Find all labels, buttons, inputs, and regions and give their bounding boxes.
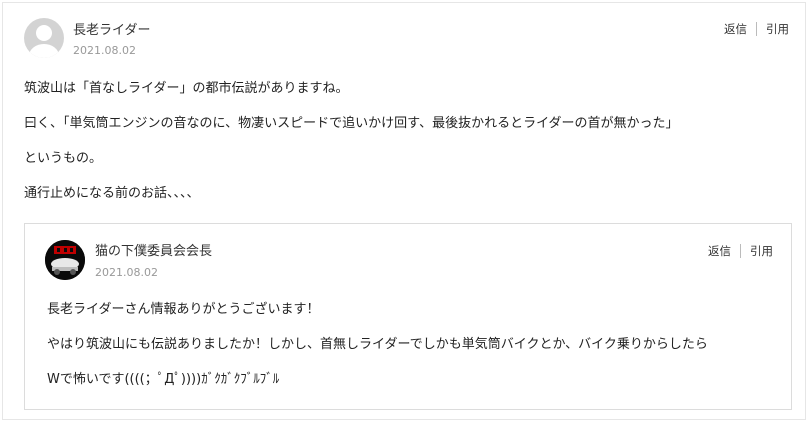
default-avatar-icon — [24, 18, 64, 58]
comment-actions: 返信 引用 — [724, 21, 789, 37]
comment-author[interactable]: 長老ライダー — [73, 19, 150, 38]
comment-date: 2021.08.02 — [73, 44, 136, 57]
reply-date: 2021.08.02 — [95, 266, 158, 279]
reply-paragraph: Wで怖いです((((；ﾟДﾟ))))ｶﾞｸｶﾞｸﾌﾞﾙﾌﾞﾙ — [47, 372, 280, 387]
reply-card: 猫の下僕委員会会長 2021.08.02 返信 引用 長老ライダーさん情報ありが… — [24, 223, 792, 410]
reply-button[interactable]: 返信 — [724, 21, 747, 37]
comment-paragraph: 筑波山は「首なしライダー」の都市伝説がありますね。 — [24, 81, 349, 96]
reply-author[interactable]: 猫の下僕委員会会長 — [95, 240, 212, 259]
comment-paragraph: 通行止めになる前のお話、、、、 — [24, 186, 200, 201]
reply-actions: 返信 引用 — [708, 243, 773, 259]
comment-paragraph: というもの。 — [24, 151, 103, 166]
comment-card: 長老ライダー 2021.08.02 返信 引用 筑波山は「首なしライダー」の都市… — [2, 2, 806, 420]
cat-avatar-icon — [45, 240, 85, 280]
quote-button[interactable]: 引用 — [766, 21, 789, 37]
reply-paragraph: やはり筑波山にも伝説ありましたか！しかし、首無しライダーでしかも単気筒バイクとか… — [47, 337, 708, 352]
reply-paragraph: 長老ライダーさん情報ありがとうございます！ — [47, 302, 320, 317]
quote-button[interactable]: 引用 — [750, 243, 773, 259]
divider — [740, 244, 741, 258]
reply-button[interactable]: 返信 — [708, 243, 731, 259]
divider — [756, 22, 757, 36]
comment-paragraph: 曰く、「単気筒エンジンの音なのに、物凄いスピードで追いかけ回す、最後抜かれるとラ… — [24, 116, 679, 131]
